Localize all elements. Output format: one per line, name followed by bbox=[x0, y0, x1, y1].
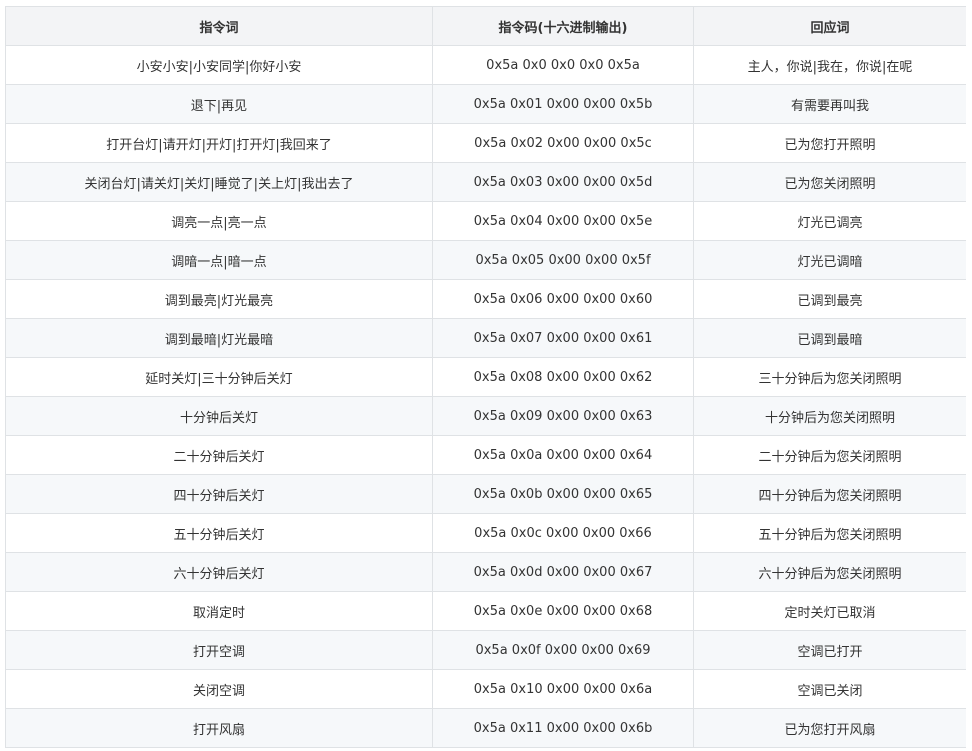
command-code-cell: 0x5a 0x0 0x0 0x0 0x5a bbox=[432, 45, 694, 85]
response-word-cell: 已为您打开风扇 bbox=[693, 708, 966, 748]
command-word-cell: 调亮一点|亮一点 bbox=[5, 201, 433, 241]
command-word-cell: 退下|再见 bbox=[5, 84, 433, 124]
response-word-cell: 二十分钟后为您关闭照明 bbox=[693, 435, 966, 475]
table-row: 关闭台灯|请关灯|关灯|睡觉了|关上灯|我出去了 0x5a 0x03 0x00 0… bbox=[5, 162, 966, 202]
command-table-container: 指令词 指令码(十六进制输出) 回应词 小安小安|小安同学|你好小安 0x5a 0… bbox=[5, 6, 966, 751]
table-row: 打开台灯|请开灯|开灯|打开灯|我回来了 0x5a 0x02 0x00 0x00 … bbox=[5, 123, 966, 163]
command-code-cell: 0x5a 0x06 0x00 0x00 0x60 bbox=[432, 279, 694, 319]
command-word-cell: 小安小安|小安同学|你好小安 bbox=[5, 45, 433, 85]
table-body: 小安小安|小安同学|你好小安 0x5a 0x0 0x0 0x0 0x5a 主人，你说… bbox=[5, 45, 966, 748]
table-row: 六十分钟后关灯 0x5a 0x0d 0x00 0x00 0x67 六十分钟后为您关闭… bbox=[5, 552, 966, 592]
command-code-cell: 0x5a 0x0c 0x00 0x00 0x66 bbox=[432, 513, 694, 553]
command-word-cell: 五十分钟后关灯 bbox=[5, 513, 433, 553]
command-code-cell: 0x5a 0x09 0x00 0x00 0x63 bbox=[432, 396, 694, 436]
table-row: 十分钟后关灯 0x5a 0x09 0x00 0x00 0x63 十分钟后为您关闭照明 bbox=[5, 396, 966, 436]
table-row: 调到最暗|灯光最暗 0x5a 0x07 0x00 0x00 0x61 已调到最暗 bbox=[5, 318, 966, 358]
command-code-cell: 0x5a 0x11 0x00 0x00 0x6b bbox=[432, 708, 694, 748]
command-code-cell: 0x5a 0x0b 0x00 0x00 0x65 bbox=[432, 474, 694, 514]
table-row: 打开风扇 0x5a 0x11 0x00 0x00 0x6b 已为您打开风扇 bbox=[5, 708, 966, 748]
table-row: 调到最亮|灯光最亮 0x5a 0x06 0x00 0x00 0x60 已调到最亮 bbox=[5, 279, 966, 319]
command-word-cell: 打开风扇 bbox=[5, 708, 433, 748]
command-code-cell: 0x5a 0x02 0x00 0x00 0x5c bbox=[432, 123, 694, 163]
command-code-cell: 0x5a 0x0a 0x00 0x00 0x64 bbox=[432, 435, 694, 475]
command-code-cell: 0x5a 0x0e 0x00 0x00 0x68 bbox=[432, 591, 694, 631]
response-word-cell: 已为您打开照明 bbox=[693, 123, 966, 163]
response-word-cell: 主人，你说|我在，你说|在呢 bbox=[693, 45, 966, 85]
table-row: 调亮一点|亮一点 0x5a 0x04 0x00 0x00 0x5e 灯光已调亮 bbox=[5, 201, 966, 241]
command-word-cell: 取消定时 bbox=[5, 591, 433, 631]
response-word-cell: 灯光已调暗 bbox=[693, 240, 966, 280]
response-word-cell: 五十分钟后为您关闭照明 bbox=[693, 513, 966, 553]
command-code-cell: 0x5a 0x07 0x00 0x00 0x61 bbox=[432, 318, 694, 358]
response-word-cell: 定时关灯已取消 bbox=[693, 591, 966, 631]
command-word-cell: 延时关灯|三十分钟后关灯 bbox=[5, 357, 433, 397]
table-row: 打开空调 0x5a 0x0f 0x00 0x00 0x69 空调已打开 bbox=[5, 630, 966, 670]
table-row: 小安小安|小安同学|你好小安 0x5a 0x0 0x0 0x0 0x5a 主人，你说… bbox=[5, 45, 966, 85]
command-word-cell: 关闭台灯|请关灯|关灯|睡觉了|关上灯|我出去了 bbox=[5, 162, 433, 202]
command-word-cell: 打开空调 bbox=[5, 630, 433, 670]
command-word-cell: 调到最暗|灯光最暗 bbox=[5, 318, 433, 358]
command-word-cell: 调到最亮|灯光最亮 bbox=[5, 279, 433, 319]
header-command-word: 指令词 bbox=[5, 6, 433, 46]
command-word-cell: 关闭空调 bbox=[5, 669, 433, 709]
command-word-cell: 二十分钟后关灯 bbox=[5, 435, 433, 475]
command-word-cell: 十分钟后关灯 bbox=[5, 396, 433, 436]
response-word-cell: 已调到最暗 bbox=[693, 318, 966, 358]
command-code-cell: 0x5a 0x05 0x00 0x00 0x5f bbox=[432, 240, 694, 280]
table-row: 四十分钟后关灯 0x5a 0x0b 0x00 0x00 0x65 四十分钟后为您关闭… bbox=[5, 474, 966, 514]
command-code-cell: 0x5a 0x0d 0x00 0x00 0x67 bbox=[432, 552, 694, 592]
command-word-cell: 四十分钟后关灯 bbox=[5, 474, 433, 514]
response-word-cell: 空调已打开 bbox=[693, 630, 966, 670]
response-word-cell: 三十分钟后为您关闭照明 bbox=[693, 357, 966, 397]
table-row: 取消定时 0x5a 0x0e 0x00 0x00 0x68 定时关灯已取消 bbox=[5, 591, 966, 631]
table-row: 延时关灯|三十分钟后关灯 0x5a 0x08 0x00 0x00 0x62 三十分钟… bbox=[5, 357, 966, 397]
table-header: 指令词 指令码(十六进制输出) 回应词 bbox=[5, 6, 966, 46]
response-word-cell: 空调已关闭 bbox=[693, 669, 966, 709]
command-code-cell: 0x5a 0x08 0x00 0x00 0x62 bbox=[432, 357, 694, 397]
header-row: 指令词 指令码(十六进制输出) 回应词 bbox=[5, 6, 966, 46]
response-word-cell: 十分钟后为您关闭照明 bbox=[693, 396, 966, 436]
response-word-cell: 已为您关闭照明 bbox=[693, 162, 966, 202]
command-code-cell: 0x5a 0x0f 0x00 0x00 0x69 bbox=[432, 630, 694, 670]
command-word-cell: 打开台灯|请开灯|开灯|打开灯|我回来了 bbox=[5, 123, 433, 163]
command-code-cell: 0x5a 0x03 0x00 0x00 0x5d bbox=[432, 162, 694, 202]
table-row: 五十分钟后关灯 0x5a 0x0c 0x00 0x00 0x66 五十分钟后为您关闭… bbox=[5, 513, 966, 553]
response-word-cell: 六十分钟后为您关闭照明 bbox=[693, 552, 966, 592]
response-word-cell: 灯光已调亮 bbox=[693, 201, 966, 241]
header-response-word: 回应词 bbox=[693, 6, 966, 46]
response-word-cell: 有需要再叫我 bbox=[693, 84, 966, 124]
table-row: 退下|再见 0x5a 0x01 0x00 0x00 0x5b 有需要再叫我 bbox=[5, 84, 966, 124]
response-word-cell: 四十分钟后为您关闭照明 bbox=[693, 474, 966, 514]
header-command-code: 指令码(十六进制输出) bbox=[432, 6, 694, 46]
command-word-cell: 六十分钟后关灯 bbox=[5, 552, 433, 592]
table-row: 关闭空调 0x5a 0x10 0x00 0x00 0x6a 空调已关闭 bbox=[5, 669, 966, 709]
response-word-cell: 已调到最亮 bbox=[693, 279, 966, 319]
command-code-cell: 0x5a 0x04 0x00 0x00 0x5e bbox=[432, 201, 694, 241]
command-code-cell: 0x5a 0x10 0x00 0x00 0x6a bbox=[432, 669, 694, 709]
command-table: 指令词 指令码(十六进制输出) 回应词 小安小安|小安同学|你好小安 0x5a 0… bbox=[5, 6, 966, 748]
command-code-cell: 0x5a 0x01 0x00 0x00 0x5b bbox=[432, 84, 694, 124]
table-row: 二十分钟后关灯 0x5a 0x0a 0x00 0x00 0x64 二十分钟后为您关闭… bbox=[5, 435, 966, 475]
table-row: 调暗一点|暗一点 0x5a 0x05 0x00 0x00 0x5f 灯光已调暗 bbox=[5, 240, 966, 280]
command-word-cell: 调暗一点|暗一点 bbox=[5, 240, 433, 280]
